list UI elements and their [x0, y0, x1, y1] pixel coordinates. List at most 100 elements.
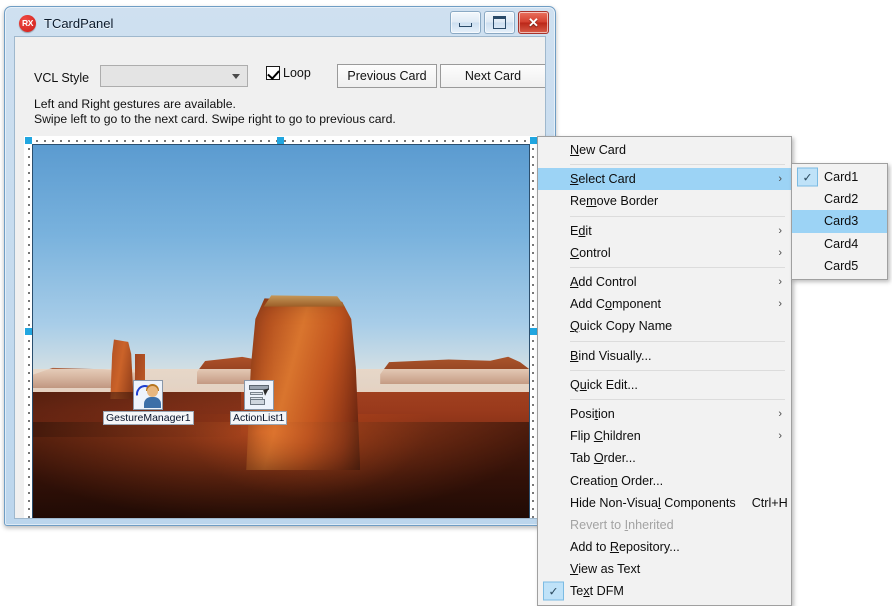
- application-window: RX TCardPanel ✕ VCL Style Loop Previous …: [4, 6, 556, 526]
- menu-item-revert-to-inherited: Revert to Inherited: [538, 514, 791, 536]
- close-button[interactable]: ✕: [518, 11, 549, 34]
- menu-item-label: Select Card: [570, 172, 636, 186]
- actionlist-box-glyph: [250, 399, 265, 405]
- chevron-right-icon: ›: [778, 408, 782, 420]
- gesture-info-line-2: Swipe left to go to the next card. Swipe…: [34, 112, 396, 127]
- title-bar[interactable]: RX TCardPanel ✕: [8, 10, 552, 36]
- submenu-item-label: Card3: [824, 214, 858, 228]
- menu-item-tab-order[interactable]: Tab Order...: [538, 447, 791, 469]
- menu-item-add-control[interactable]: Add Control ›: [538, 271, 791, 293]
- gesture-info-text: Left and Right gestures are available. S…: [34, 97, 396, 127]
- chevron-right-icon: ›: [778, 298, 782, 310]
- component-label: GestureManager1: [103, 411, 194, 425]
- menu-item-quick-edit[interactable]: Quick Edit...: [538, 374, 791, 396]
- menu-item-label: Flip Children: [570, 429, 641, 443]
- photo-ground-shading: [33, 422, 529, 519]
- context-menu[interactable]: New CardSelect Card›Remove BorderEdit›Co…: [537, 136, 792, 606]
- menu-item-label: Edit: [570, 224, 592, 238]
- menu-item-add-to-repository[interactable]: Add to Repository...: [538, 536, 791, 558]
- photo-butte-cap: [256, 295, 350, 306]
- submenu-item-card1[interactable]: ✓Card1: [792, 166, 887, 188]
- chevron-down-icon: [232, 74, 240, 79]
- window-client-area: VCL Style Loop Previous Card Next Card L…: [14, 36, 546, 519]
- chevron-right-icon: ›: [778, 173, 782, 185]
- restore-icon: [493, 16, 506, 29]
- close-icon: ✕: [528, 16, 539, 29]
- submenu-item-card4[interactable]: Card4: [792, 233, 887, 255]
- selection-handle-top-left[interactable]: [25, 137, 32, 144]
- selection-handle-middle-right[interactable]: [530, 328, 537, 335]
- card-panel-control[interactable]: GestureManager1 ActionList1: [32, 144, 530, 519]
- selection-handle-top-center[interactable]: [277, 137, 284, 144]
- menu-separator: [570, 370, 785, 371]
- menu-item-label: Quick Edit...: [570, 378, 638, 392]
- check-icon: ✓: [543, 582, 564, 601]
- submenu-item-card3[interactable]: Card3: [792, 210, 887, 232]
- menu-item-shortcut: Ctrl+H: [736, 496, 788, 510]
- menu-item-edit[interactable]: Edit›: [538, 220, 791, 242]
- actionlist-row-glyph: [250, 392, 263, 395]
- menu-item-view-as-text[interactable]: View as Text: [538, 558, 791, 580]
- next-card-button[interactable]: Next Card: [440, 64, 546, 88]
- chevron-right-icon: ›: [778, 276, 782, 288]
- gesture-body-glyph: [144, 397, 161, 408]
- menu-item-label: Creation Order...: [570, 474, 663, 488]
- loop-label: Loop: [283, 66, 311, 80]
- restore-button[interactable]: [484, 11, 515, 34]
- selection-handle-top-right[interactable]: [530, 137, 537, 144]
- menu-item-quick-copy-name[interactable]: Quick Copy Name: [538, 315, 791, 337]
- menu-item-label: Add Component: [570, 297, 661, 311]
- menu-item-label: Tab Order...: [570, 451, 636, 465]
- menu-item-control[interactable]: Control ›: [538, 242, 791, 264]
- menu-item-label: View as Text: [570, 562, 640, 576]
- previous-card-button[interactable]: Previous Card: [337, 64, 437, 88]
- menu-item-label: Revert to Inherited: [570, 518, 674, 532]
- menu-item-label: Position: [570, 407, 615, 421]
- vcl-style-combobox[interactable]: [100, 65, 248, 87]
- chevron-right-icon: ›: [778, 430, 782, 442]
- menu-item-position[interactable]: Position ›: [538, 403, 791, 425]
- menu-item-add-component[interactable]: Add Component ›: [538, 293, 791, 315]
- menu-item-select-card[interactable]: Select Card ›: [538, 168, 791, 190]
- select-card-submenu[interactable]: ✓Card1 Card2 Card3 Card4 Card5: [791, 163, 888, 280]
- menu-separator: [570, 399, 785, 400]
- component-gesturemanager1[interactable]: GestureManager1: [103, 380, 194, 425]
- submenu-item-card2[interactable]: Card2: [792, 188, 887, 210]
- menu-item-hide-non-visual-components[interactable]: Hide Non-Visual ComponentsCtrl+H: [538, 492, 791, 514]
- menu-separator: [570, 341, 785, 342]
- vcl-style-label: VCL Style: [34, 71, 89, 85]
- form-designer-surface[interactable]: GestureManager1 ActionList1: [24, 136, 538, 519]
- menu-item-label: Text DFM: [570, 584, 624, 598]
- menu-separator: [570, 164, 785, 165]
- submenu-item-label: Card5: [824, 259, 858, 273]
- submenu-item-label: Card2: [824, 192, 858, 206]
- menu-item-text-dfm[interactable]: ✓ Text DFM: [538, 580, 791, 602]
- cursor-arrow-icon: [263, 388, 271, 396]
- menu-item-label: Control: [570, 246, 611, 260]
- menu-item-flip-children[interactable]: Flip Children ›: [538, 425, 791, 447]
- menu-item-remove-border[interactable]: Remove Border: [538, 190, 791, 212]
- gesture-info-line-1: Left and Right gestures are available.: [34, 97, 396, 112]
- menu-item-label: New Card: [570, 143, 626, 157]
- toolbar: VCL Style Loop Previous Card Next Card: [15, 37, 545, 95]
- submenu-item-card5[interactable]: Card5: [792, 255, 887, 277]
- menu-separator: [570, 216, 785, 217]
- menu-item-label: Hide Non-Visual Components: [570, 496, 736, 510]
- component-actionlist1[interactable]: ActionList1: [230, 380, 287, 425]
- minimize-button[interactable]: [450, 11, 481, 34]
- menu-item-label: Bind Visually...: [570, 349, 651, 363]
- loop-checkbox[interactable]: Loop: [266, 66, 311, 80]
- chevron-right-icon: ›: [778, 247, 782, 259]
- selection-handle-middle-left[interactable]: [25, 328, 32, 335]
- menu-item-new-card[interactable]: New Card: [538, 139, 791, 161]
- menu-item-label: Quick Copy Name: [570, 319, 672, 333]
- application-icon: RX: [19, 15, 36, 32]
- menu-item-label: Add Control: [570, 275, 637, 289]
- submenu-item-label: Card1: [824, 170, 858, 184]
- gesture-head-glyph: [147, 386, 158, 397]
- checkbox-checked-icon: [266, 66, 280, 80]
- menu-item-bind-visually[interactable]: Bind Visually...: [538, 345, 791, 367]
- gesture-manager-icon: [133, 380, 163, 410]
- menu-item-creation-order[interactable]: Creation Order...: [538, 469, 791, 491]
- window-controls: ✕: [450, 11, 549, 34]
